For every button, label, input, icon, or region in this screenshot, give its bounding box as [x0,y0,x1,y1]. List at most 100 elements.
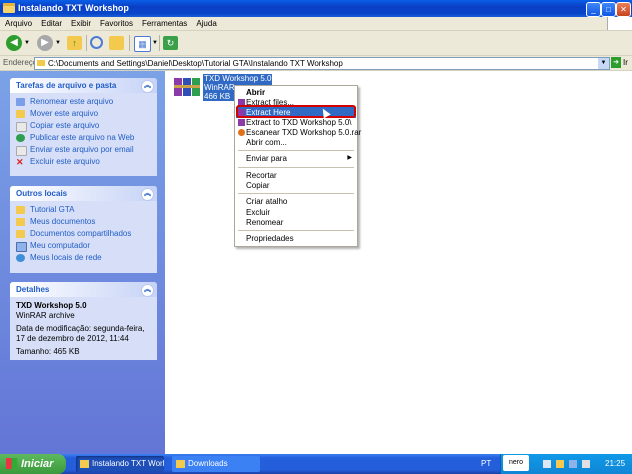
collapse-icon[interactable]: ︽ [141,188,154,201]
folder-icon [80,460,89,468]
place-tutorial-gta[interactable]: Tutorial GTA [16,205,151,217]
minimize-button[interactable]: _ [586,2,601,17]
details-panel: Detalhes ︽ TXD Workshop 5.0 WinRAR archi… [10,282,157,360]
highlight-ring [236,105,356,118]
move-icon [16,110,25,118]
folder-icon [16,218,25,226]
details-header[interactable]: Detalhes ︽ [10,282,157,297]
computer-icon [16,242,27,252]
details-name: TXD Workshop 5.0 [16,301,87,310]
window-title: Instalando TXT Workshop [18,3,129,13]
globe-icon [16,134,25,142]
address-label: Endereço [3,58,38,67]
rename-icon [16,98,25,106]
file-tasks-title: Tarefas de arquivo e pasta [16,81,117,90]
address-input[interactable]: C:\Documents and Settings\Daniel\Desktop… [34,57,610,70]
place-network[interactable]: Meus locais de rede [16,253,151,265]
go-button[interactable]: Ir [623,58,628,67]
address-dropdown-icon[interactable]: ▼ [598,58,609,69]
views-dropdown-icon[interactable]: ▼ [152,40,158,46]
folder-icon [16,206,25,214]
folder-icon [37,60,45,66]
details-modified: Data de modificação: segunda-feira, 17 d… [16,324,145,343]
tray-icon[interactable] [556,460,564,468]
task-publish-web[interactable]: Publicar este arquivo na Web [16,133,151,145]
task-delete[interactable]: ✕ Excluir este arquivo [16,157,151,169]
winrar-icon [238,119,245,126]
tray-icon[interactable] [543,460,551,468]
place-my-documents[interactable]: Meus documentos [16,217,151,229]
up-folder-icon[interactable]: ↑ [67,36,82,50]
folder-icon [3,3,15,13]
delete-icon: ✕ [16,157,24,167]
forward-dropdown-icon[interactable]: ▼ [55,40,61,46]
close-button[interactable]: ✕ [616,2,631,17]
menu-arquivo[interactable]: Arquivo [0,17,36,28]
menu-separator [238,150,354,151]
details-size: Tamanho: 465 KB [16,347,80,356]
folder-icon [16,230,25,238]
other-places-title: Outros locais [16,189,68,198]
menu-separator [238,167,354,168]
task-move[interactable]: Mover este arquivo [16,109,151,121]
network-icon [16,254,25,262]
details-type: WinRAR archive [16,311,75,320]
taskbar-window-explorer[interactable]: Instalando TXT Work... [76,456,164,472]
toolbar-separator [86,35,87,51]
go-arrow-icon[interactable]: ➜ [611,57,621,68]
menu-item-send-to[interactable]: Enviar para ▶ [236,153,356,164]
menu-item-open-with[interactable]: Abrir com... [236,137,356,148]
collapse-icon[interactable]: ︽ [141,80,154,93]
other-places-panel: Outros locais ︽ Tutorial GTA Meus docume… [10,186,157,273]
menu-editar[interactable]: Editar [36,17,66,28]
email-icon [16,146,27,156]
task-rename[interactable]: Renomear este arquivo [16,97,151,109]
file-name: TXD Workshop 5.0 [204,74,272,83]
forward-icon[interactable]: ▶ [37,35,53,51]
taskbar-window-downloads[interactable]: Downloads [172,456,260,472]
menu-separator [238,230,354,231]
menu-bar: Arquivo Editar Exibir Favoritos Ferramentas A… [0,17,632,31]
toolbar-separator [129,35,130,51]
winrar-archive-icon[interactable] [174,76,201,98]
windows-flag-icon [6,458,17,469]
nero-icon[interactable]: nero [503,455,529,471]
menu-ajuda[interactable]: Ajuda [191,17,220,28]
network-tray-icon[interactable] [569,460,577,468]
menu-item-rename[interactable]: Renomear [236,217,356,228]
title-bar[interactable]: Instalando TXT Workshop _ □ ✕ [0,0,632,17]
toolbar: ◀ ▼ ▶ ▼ ↑ ▦ ▼ ↻ [0,31,632,56]
details-title: Detalhes [16,285,50,294]
collapse-icon[interactable]: ︽ [141,284,154,297]
back-dropdown-icon[interactable]: ▼ [24,40,30,46]
place-shared-documents[interactable]: Documentos compartilhados [16,229,151,241]
menu-item-properties[interactable]: Propriedades [236,233,356,244]
back-icon[interactable]: ◀ [6,35,22,51]
taskbar: Iniciar Instalando TXT Work... Downloads… [0,454,632,474]
views-icon[interactable]: ▦ [134,36,151,52]
menu-item-copy[interactable]: Copiar [236,180,356,191]
task-copy[interactable]: Copiar este arquivo [16,121,151,133]
task-pane: Tarefas de arquivo e pasta ︽ Renomear es… [0,71,165,454]
address-bar: Endereço C:\Documents and Settings\Danie… [0,56,632,71]
other-places-header[interactable]: Outros locais ︽ [10,186,157,201]
menu-item-create-shortcut[interactable]: Criar atalho [236,196,356,207]
file-tasks-panel: Tarefas de arquivo e pasta ︽ Renomear es… [10,78,157,176]
copy-icon [16,122,27,132]
place-my-computer[interactable]: Meu computador [16,241,151,253]
clock[interactable]: 21:25 [605,459,625,468]
start-button[interactable]: Iniciar [0,454,66,474]
language-indicator[interactable]: PT [481,459,491,468]
menu-ferramentas[interactable]: Ferramentas [137,17,191,28]
address-value: C:\Documents and Settings\Daniel\Desktop… [48,59,343,68]
sync-icon[interactable]: ↻ [163,36,178,50]
folders-icon[interactable] [109,36,124,50]
file-tasks-header[interactable]: Tarefas de arquivo e pasta ︽ [10,78,157,93]
task-email[interactable]: Enviar este arquivo por email [16,145,151,157]
submenu-arrow-icon: ▶ [347,155,352,161]
maximize-button[interactable]: □ [601,2,616,17]
volume-icon[interactable] [582,460,590,468]
menu-exibir[interactable]: Exibir [66,17,95,28]
search-icon[interactable] [90,36,103,49]
menu-favoritos[interactable]: Favoritos [95,17,137,28]
